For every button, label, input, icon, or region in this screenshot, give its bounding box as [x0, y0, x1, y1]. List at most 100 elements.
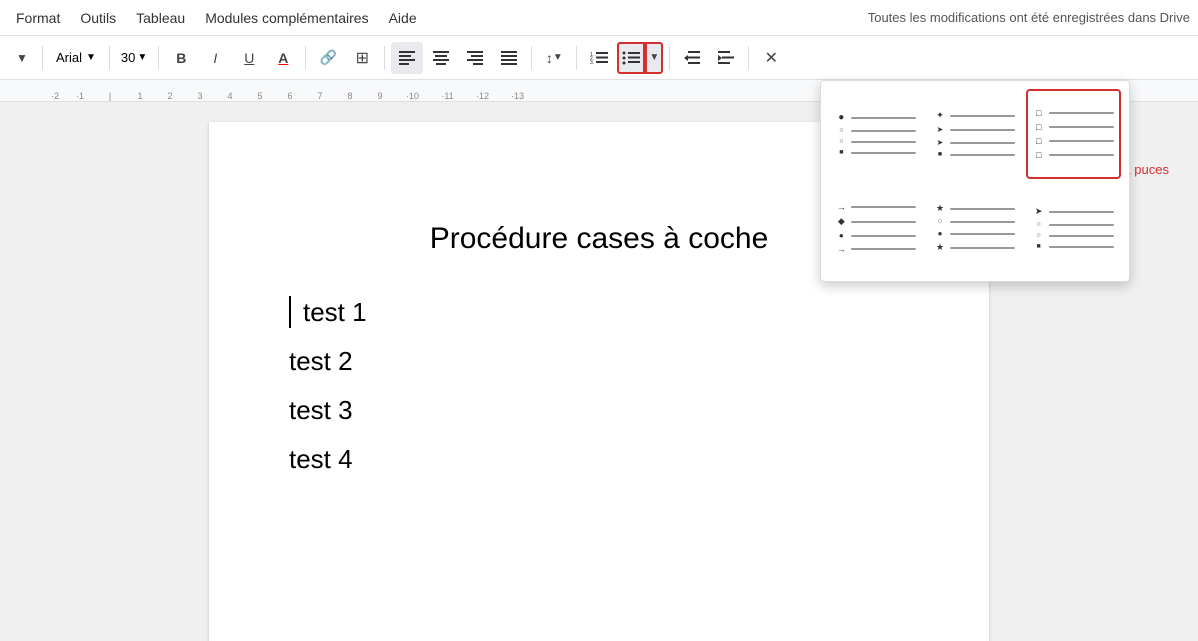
list-item[interactable]: test 3: [289, 395, 909, 426]
list-row: □: [1034, 136, 1114, 146]
list-row: ■: [935, 151, 1015, 158]
numbered-list-button[interactable]: 1. 2. 3.: [583, 42, 615, 74]
underline-button[interactable]: U: [233, 42, 265, 74]
mode-select-btn[interactable]: ▼: [8, 42, 36, 74]
font-color-icon: A: [278, 50, 288, 66]
list-item[interactable]: test 2: [289, 346, 909, 377]
line: [1049, 246, 1114, 248]
indent-increase-button[interactable]: [710, 42, 742, 74]
line: [1049, 235, 1114, 237]
italic-button[interactable]: I: [199, 42, 231, 74]
option-inner: □ □ □ □: [1034, 108, 1114, 160]
menu-outils[interactable]: Outils: [72, 6, 124, 30]
align-right-icon: [467, 51, 483, 65]
list-row: ✦: [935, 110, 1015, 121]
line: [950, 221, 1015, 223]
bullet-symbol: ○: [1034, 221, 1044, 228]
option-inner: ● ○ ○ ■: [836, 112, 916, 156]
line-spacing-button[interactable]: ↕ ▼: [538, 42, 570, 74]
ruler-mark: ·12: [465, 91, 500, 101]
menu-modules[interactable]: Modules complémentaires: [197, 6, 376, 30]
list-row: ◆: [836, 216, 916, 227]
bullet-symbol: ○: [935, 218, 945, 225]
line-spacing-icon: ↕: [546, 50, 553, 66]
line: [950, 247, 1015, 249]
bullet-list-wrapper: ▼: [617, 42, 663, 74]
bullet-symbol: □: [1034, 150, 1044, 160]
line: [950, 154, 1015, 156]
list-row: →: [836, 244, 916, 254]
list-item[interactable]: test 1: [289, 296, 909, 328]
list-row: ●: [935, 229, 1015, 238]
font-size-label: 30: [121, 50, 135, 65]
bullet-option-filled-circle[interactable]: ● ○ ○ ■: [829, 102, 924, 179]
bullet-option-checkbox[interactable]: □ □ □ □: [1026, 102, 1121, 179]
option-inner: ➤ ○ ○ ■: [1034, 206, 1114, 250]
document-title[interactable]: Procédure cases à coche: [289, 222, 909, 256]
list-item[interactable]: test 4: [289, 444, 909, 475]
list-row: ●: [836, 112, 916, 123]
bullet-option-arrow-circle[interactable]: ➤ ○ ○ ■: [1026, 183, 1121, 273]
list-item-text-4: test 4: [289, 444, 353, 475]
align-justify-button[interactable]: [493, 42, 525, 74]
font-color-button[interactable]: A: [267, 42, 299, 74]
divider-3: [158, 46, 159, 70]
ruler-mark: 2: [155, 91, 185, 101]
indent-decrease-button[interactable]: [676, 42, 708, 74]
line: [950, 208, 1015, 210]
line: [1049, 211, 1114, 213]
option-inner: → ◆ ● →: [836, 202, 916, 254]
bullet-list-button[interactable]: [617, 42, 645, 74]
divider-1: [42, 46, 43, 70]
line: [851, 152, 916, 154]
list-item-text-2: test 2: [289, 346, 353, 377]
line: [851, 117, 916, 119]
bullet-option-star-list[interactable]: ★ ○ ● ★: [928, 183, 1023, 273]
bullet-option-star-arrow[interactable]: ✦ ➤ ➤ ■: [928, 102, 1023, 179]
bullet-dropdown-chevron-icon: ▼: [649, 52, 659, 63]
ruler-mark: 1: [125, 91, 155, 101]
ruler-marks: ·2 ·1 | 1 2 3 4 5 6 7 8 9 ·10 ·11 ·12 ·1…: [45, 80, 535, 101]
font-size-select[interactable]: 30 ▼: [116, 42, 152, 74]
line: [1049, 112, 1114, 114]
insert-image-button[interactable]: ⊞: [346, 42, 378, 74]
bullet-symbol: ★: [935, 203, 945, 214]
menu-bar: Format Outils Tableau Modules complément…: [0, 0, 1198, 36]
align-left-button[interactable]: [391, 42, 423, 74]
align-right-button[interactable]: [459, 42, 491, 74]
bold-button[interactable]: B: [165, 42, 197, 74]
ruler-mark: 8: [335, 91, 365, 101]
line: [851, 141, 916, 143]
bullet-option-arrow-diamond[interactable]: → ◆ ● →: [829, 183, 924, 273]
font-family-select[interactable]: Arial ▼: [49, 42, 103, 74]
bullet-symbol: ◆: [836, 216, 846, 227]
font-chevron-icon: ▼: [86, 52, 96, 63]
menu-format[interactable]: Format: [8, 6, 68, 30]
line: [1049, 154, 1114, 156]
clear-format-button[interactable]: ✕: [755, 42, 787, 74]
bullet-list-dropdown-btn[interactable]: ▼: [645, 42, 663, 74]
bullet-symbol: ○: [836, 127, 846, 134]
list-item-text-3: test 3: [289, 395, 353, 426]
link-button[interactable]: 🔗: [312, 42, 344, 74]
line: [851, 206, 916, 208]
line: [851, 130, 916, 132]
align-center-button[interactable]: [425, 42, 457, 74]
align-left-icon: [399, 51, 415, 65]
list-row: ★: [935, 203, 1015, 214]
font-size-chevron-icon: ▼: [137, 52, 147, 63]
bullet-list-icon: [622, 51, 640, 65]
menu-tableau[interactable]: Tableau: [128, 6, 193, 30]
ruler-mark: ·13: [500, 91, 535, 101]
bullet-symbol: ■: [836, 149, 846, 156]
list-row: ➤: [935, 125, 1015, 134]
ruler-mark: 9: [365, 91, 395, 101]
list-row: ○: [1034, 232, 1114, 239]
ruler-mark: 7: [305, 91, 335, 101]
line: [1049, 140, 1114, 142]
bullet-dropdown-panel: ● ○ ○ ■ ✦: [820, 102, 1130, 282]
ruler-mark: ·10: [395, 91, 430, 101]
svg-text:3.: 3.: [590, 60, 594, 65]
bullet-symbol: →: [836, 244, 846, 254]
menu-aide[interactable]: Aide: [381, 6, 425, 30]
